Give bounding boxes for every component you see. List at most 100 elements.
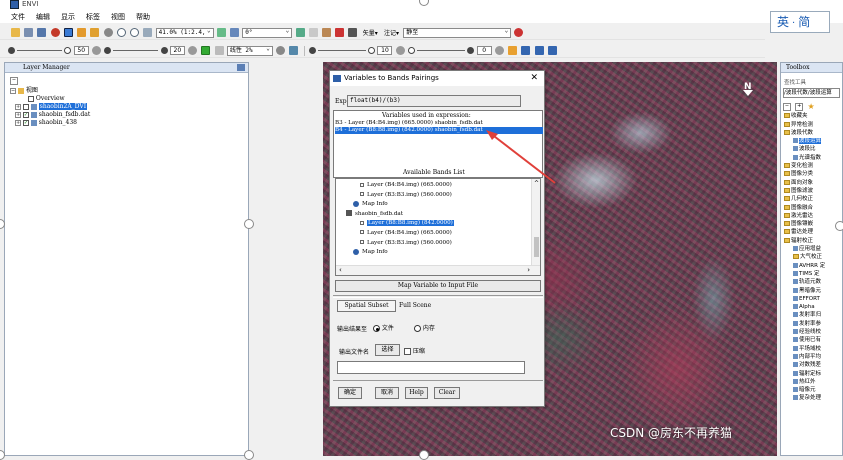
transparency-slider[interactable] bbox=[417, 50, 466, 51]
data-manager-icon[interactable] bbox=[24, 28, 34, 37]
zoom-out-icon[interactable] bbox=[130, 28, 140, 37]
bands-vscrollbar[interactable]: ^ bbox=[531, 179, 540, 267]
toolbox-search-input[interactable]: /波段代数/波段运算 bbox=[783, 88, 840, 99]
vector-menu[interactable]: 矢量▾ bbox=[363, 28, 378, 37]
transparency-value[interactable]: 0 bbox=[476, 46, 492, 55]
layer-combo[interactable]: 静至 bbox=[403, 27, 512, 38]
rotation-combo[interactable]: 0° bbox=[242, 27, 293, 38]
contrast-handle[interactable] bbox=[160, 47, 168, 54]
portal-icon[interactable] bbox=[348, 28, 358, 37]
toolbox-tool[interactable]: 光谱指数 bbox=[781, 154, 842, 162]
compress-checkbox[interactable]: 压缩 bbox=[404, 346, 425, 355]
sharpen-value[interactable]: 10 bbox=[377, 46, 393, 55]
menu-file[interactable]: 文件 bbox=[11, 11, 25, 23]
reset-transparency-icon[interactable] bbox=[494, 46, 504, 55]
toolbox-folder[interactable]: 异常检测 bbox=[781, 121, 842, 129]
compress-box[interactable] bbox=[404, 348, 411, 355]
output-file-radio[interactable]: 文件 bbox=[373, 323, 394, 332]
roi-icon[interactable] bbox=[335, 28, 345, 37]
reset-sharpen-icon[interactable] bbox=[395, 46, 405, 55]
chart-tool-icon[interactable] bbox=[508, 46, 518, 55]
ok-button[interactable]: 确定 bbox=[338, 387, 362, 399]
brightness-value[interactable]: 50 bbox=[73, 46, 89, 55]
map-info-row[interactable]: Map Info bbox=[336, 200, 532, 210]
toolbox-tool[interactable]: 暗像元 bbox=[781, 386, 842, 394]
fly-icon[interactable] bbox=[90, 28, 100, 37]
contrast-value[interactable]: 20 bbox=[169, 46, 185, 55]
overview-checkbox[interactable] bbox=[28, 95, 34, 102]
expand-root-icon[interactable]: − bbox=[10, 87, 16, 94]
reset-brightness-icon[interactable] bbox=[91, 46, 101, 55]
fixed-zoom-icon[interactable] bbox=[143, 28, 153, 37]
resize-handle[interactable] bbox=[835, 221, 843, 231]
measure-icon[interactable] bbox=[321, 28, 331, 37]
band-row[interactable]: Layer (B3:B3.img) (560.0000) bbox=[336, 191, 532, 201]
layer-checkbox[interactable]: ✓ bbox=[22, 119, 29, 126]
band-row[interactable]: Layer (B8:B8.img) (842.0000) bbox=[336, 219, 532, 229]
toolbox-tool[interactable]: 发射率归 bbox=[781, 311, 842, 319]
toolbox-folder[interactable]: 图像镶嵌 bbox=[781, 220, 842, 228]
toolbox-folder[interactable]: 雷达处理 bbox=[781, 228, 842, 236]
select-icon[interactable] bbox=[63, 28, 73, 37]
crosshair-icon[interactable] bbox=[308, 28, 318, 37]
expand-icon[interactable]: + bbox=[15, 111, 21, 118]
tree-item-ndvi[interactable]: + shaobin2A_DVI bbox=[10, 103, 248, 111]
expression-field[interactable]: float(b4)/(b3) bbox=[347, 95, 521, 107]
clear-button[interactable]: Clear bbox=[434, 387, 460, 399]
toolbox-tool[interactable]: AVHRR 定 bbox=[781, 262, 842, 270]
sharpen-handle[interactable] bbox=[368, 47, 376, 54]
toolbox-tool[interactable]: TIMS 定 bbox=[781, 270, 842, 278]
close-icon[interactable]: ✕ bbox=[530, 71, 538, 86]
menu-view[interactable]: 视图 bbox=[111, 11, 125, 23]
expand-icon[interactable]: + bbox=[795, 103, 804, 112]
tree-item-overview[interactable]: Overview bbox=[10, 95, 248, 103]
toolbox-tool[interactable]: 复杂处理 bbox=[781, 394, 842, 402]
toolbox-folder[interactable]: 几何校正 bbox=[781, 195, 842, 203]
toolbox-tool[interactable]: 波段比 bbox=[781, 145, 842, 153]
ime-mode[interactable]: 简 bbox=[798, 12, 810, 32]
collapse-icon[interactable]: − bbox=[783, 103, 791, 112]
toolbox-tool[interactable]: 黑暗像元 bbox=[781, 287, 842, 295]
toolbox-tool[interactable]: 经验线校 bbox=[781, 328, 842, 336]
expand-icon[interactable]: + bbox=[15, 103, 21, 110]
toolbox-tool[interactable]: 对数残差 bbox=[781, 361, 842, 369]
contrast-slider[interactable] bbox=[113, 50, 159, 51]
toolbox-folder[interactable]: 变化检测 bbox=[781, 162, 842, 170]
menu-label[interactable]: 标签 bbox=[86, 11, 100, 23]
open-icon[interactable] bbox=[11, 28, 20, 37]
band-row[interactable]: Layer (B4:B4.img) (665.0000) bbox=[336, 229, 532, 239]
expand-icon[interactable]: + bbox=[15, 119, 21, 126]
toolbox-folder[interactable]: 图像分类 bbox=[781, 170, 842, 178]
toolbox-tool[interactable]: 使用已有 bbox=[781, 336, 842, 344]
toolbox-tool[interactable]: 平场域校 bbox=[781, 345, 842, 353]
rotate-left-icon[interactable] bbox=[216, 28, 226, 37]
transparency-handle[interactable] bbox=[467, 47, 475, 54]
chip-tool-icon[interactable] bbox=[521, 46, 531, 55]
layer-checkbox[interactable]: ✓ bbox=[22, 111, 29, 118]
toolbox-tool[interactable]: 热红外 bbox=[781, 378, 842, 386]
toolbox-tool[interactable]: 应用增益 bbox=[781, 245, 842, 253]
tree-item-438[interactable]: + ✓ shaobin_438 bbox=[10, 119, 248, 127]
view-tool-icon[interactable] bbox=[534, 46, 544, 55]
output-filename-input[interactable] bbox=[337, 361, 525, 374]
rotate-right-icon[interactable] bbox=[230, 28, 240, 37]
clear-icon[interactable] bbox=[514, 28, 524, 37]
equalize-icon[interactable] bbox=[289, 46, 299, 55]
toolbox-tool[interactable]: EFFORT bbox=[781, 295, 842, 303]
bands-list[interactable]: Layer (B4:B4.img) (665.0000) Layer (B3:B3… bbox=[335, 178, 541, 276]
zoom-combo[interactable]: 41.0% (1:2.4, bbox=[155, 27, 214, 38]
refresh-stretch-icon[interactable] bbox=[276, 46, 286, 55]
layer-icon[interactable] bbox=[37, 28, 47, 37]
resize-handle[interactable] bbox=[419, 450, 429, 460]
toolbox-folder[interactable]: 激光雷达 bbox=[781, 212, 842, 220]
toolbox-folder[interactable]: 图像融合 bbox=[781, 204, 842, 212]
choose-file-button[interactable]: 选择 bbox=[375, 344, 400, 356]
tree-item-fsdb[interactable]: + ✓ shaobin_fsdb.dat bbox=[10, 111, 248, 119]
toolbox-folder[interactable]: 面向对象 bbox=[781, 179, 842, 187]
ime-lang[interactable]: 英 bbox=[777, 12, 789, 32]
ime-indicator[interactable]: 英 · 简 bbox=[770, 11, 830, 33]
toolbox-tool[interactable]: 轨道元数 bbox=[781, 278, 842, 286]
rotate-icon[interactable] bbox=[103, 28, 113, 37]
scroll-thumb[interactable] bbox=[534, 237, 539, 257]
annotate-menu[interactable]: 注记▾ bbox=[384, 28, 399, 37]
